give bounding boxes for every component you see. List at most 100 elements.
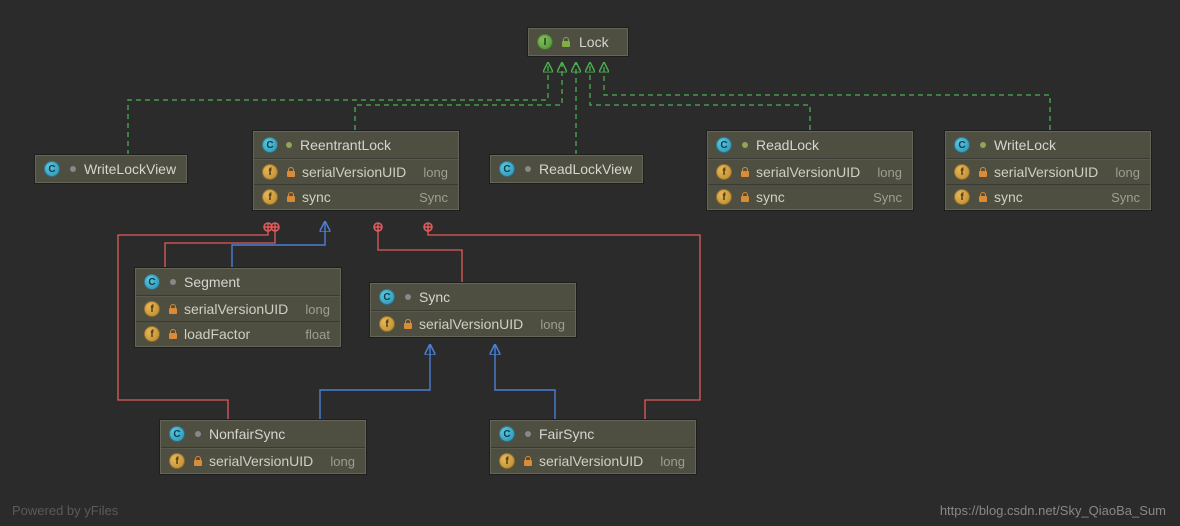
field-type: long bbox=[330, 454, 355, 469]
edge-writelock-lock bbox=[604, 63, 1050, 130]
class-name: ReadLockView bbox=[539, 161, 632, 177]
class-icon bbox=[44, 161, 62, 177]
class-icon bbox=[144, 274, 162, 290]
field-type: Sync bbox=[873, 190, 902, 205]
lock-icon bbox=[978, 192, 988, 202]
class-icon bbox=[379, 289, 397, 305]
class-name: ReadLock bbox=[756, 137, 819, 153]
field-type: Sync bbox=[1111, 190, 1140, 205]
field-name: serialVersionUID bbox=[419, 316, 524, 332]
node-writelockview[interactable]: WriteLockView bbox=[35, 155, 187, 183]
dot-icon bbox=[405, 294, 411, 300]
class-icon bbox=[954, 137, 972, 153]
class-icon bbox=[716, 137, 734, 153]
field-row: sync Sync bbox=[946, 184, 1150, 209]
class-name: WriteLock bbox=[994, 137, 1056, 153]
lock-icon bbox=[168, 329, 178, 339]
field-name: serialVersionUID bbox=[756, 164, 861, 180]
field-icon bbox=[144, 301, 162, 317]
class-icon bbox=[262, 137, 278, 153]
field-icon bbox=[954, 189, 972, 205]
interface-icon bbox=[537, 34, 553, 50]
dot-icon bbox=[195, 431, 201, 437]
lock-icon bbox=[740, 192, 750, 202]
field-row: serialVersionUID long bbox=[136, 297, 340, 321]
lock-icon bbox=[978, 167, 988, 177]
dot-icon bbox=[980, 142, 986, 148]
node-readlockview[interactable]: ReadLockView bbox=[490, 155, 643, 183]
field-name: sync bbox=[994, 189, 1095, 205]
field-icon bbox=[379, 316, 397, 332]
field-row: sync Sync bbox=[254, 184, 458, 209]
field-row: serialVersionUID long bbox=[946, 160, 1150, 184]
field-icon bbox=[954, 164, 972, 180]
dot-icon bbox=[70, 166, 76, 172]
field-name: serialVersionUID bbox=[302, 164, 407, 180]
node-lock[interactable]: Lock bbox=[528, 28, 628, 56]
field-icon bbox=[716, 189, 734, 205]
class-icon bbox=[499, 426, 517, 442]
field-row: serialVersionUID long bbox=[491, 449, 695, 473]
field-icon bbox=[716, 164, 734, 180]
dot-icon bbox=[286, 142, 292, 148]
field-type: long bbox=[877, 165, 902, 180]
field-row: serialVersionUID long bbox=[708, 160, 912, 184]
node-nonfairsync[interactable]: NonfairSync serialVersionUID long bbox=[160, 420, 366, 474]
dot-icon bbox=[525, 431, 531, 437]
field-name: sync bbox=[756, 189, 857, 205]
field-type: long bbox=[540, 317, 565, 332]
node-reentrantlock[interactable]: ReentrantLock serialVersionUID long sync… bbox=[253, 131, 459, 210]
watermark-right: https://blog.csdn.net/Sky_QiaoBa_Sum bbox=[940, 503, 1166, 518]
field-name: serialVersionUID bbox=[539, 453, 644, 469]
lock-icon bbox=[286, 167, 296, 177]
edge-sync-inner bbox=[378, 227, 462, 282]
class-icon bbox=[499, 161, 517, 177]
class-icon bbox=[169, 426, 187, 442]
class-name: Lock bbox=[579, 34, 609, 50]
field-row: loadFactor float bbox=[136, 321, 340, 346]
field-name: sync bbox=[302, 189, 403, 205]
edge-segment-reentrant bbox=[232, 222, 325, 268]
field-type: Sync bbox=[419, 190, 448, 205]
field-type: long bbox=[423, 165, 448, 180]
diagram-canvas: Lock WriteLockView ReentrantLock serialV… bbox=[0, 0, 1180, 526]
dot-icon bbox=[170, 279, 176, 285]
field-icon bbox=[499, 453, 517, 469]
node-sync[interactable]: Sync serialVersionUID long bbox=[370, 283, 576, 337]
field-type: float bbox=[305, 327, 330, 342]
field-icon bbox=[262, 189, 280, 205]
field-icon bbox=[262, 164, 280, 180]
node-readlock[interactable]: ReadLock serialVersionUID long sync Sync bbox=[707, 131, 913, 210]
edge-segment-inner bbox=[165, 227, 275, 268]
field-name: loadFactor bbox=[184, 326, 289, 342]
class-name: NonfairSync bbox=[209, 426, 285, 442]
edge-readlock-lock bbox=[590, 63, 810, 130]
node-segment[interactable]: Segment serialVersionUID long loadFactor… bbox=[135, 268, 341, 347]
edge-reentrantlock-lock bbox=[355, 63, 562, 130]
lock-icon bbox=[403, 319, 413, 329]
field-row: serialVersionUID long bbox=[161, 449, 365, 473]
field-type: long bbox=[660, 454, 685, 469]
lock-icon bbox=[286, 192, 296, 202]
field-type: long bbox=[305, 302, 330, 317]
lock-icon bbox=[193, 456, 203, 466]
dot-icon bbox=[525, 166, 531, 172]
field-row: sync Sync bbox=[708, 184, 912, 209]
field-type: long bbox=[1115, 165, 1140, 180]
class-name: Sync bbox=[419, 289, 450, 305]
field-name: serialVersionUID bbox=[184, 301, 289, 317]
class-name: Segment bbox=[184, 274, 240, 290]
lock-icon bbox=[523, 456, 533, 466]
lock-icon bbox=[740, 167, 750, 177]
field-icon bbox=[144, 326, 162, 342]
field-row: serialVersionUID long bbox=[254, 160, 458, 184]
class-name: WriteLockView bbox=[84, 161, 176, 177]
field-row: serialVersionUID long bbox=[371, 312, 575, 336]
field-name: serialVersionUID bbox=[994, 164, 1099, 180]
dot-icon bbox=[742, 142, 748, 148]
class-name: ReentrantLock bbox=[300, 137, 391, 153]
node-writelock[interactable]: WriteLock serialVersionUID long sync Syn… bbox=[945, 131, 1151, 210]
lock-icon bbox=[168, 304, 178, 314]
edge-fair-sync bbox=[495, 345, 555, 420]
node-fairsync[interactable]: FairSync serialVersionUID long bbox=[490, 420, 696, 474]
